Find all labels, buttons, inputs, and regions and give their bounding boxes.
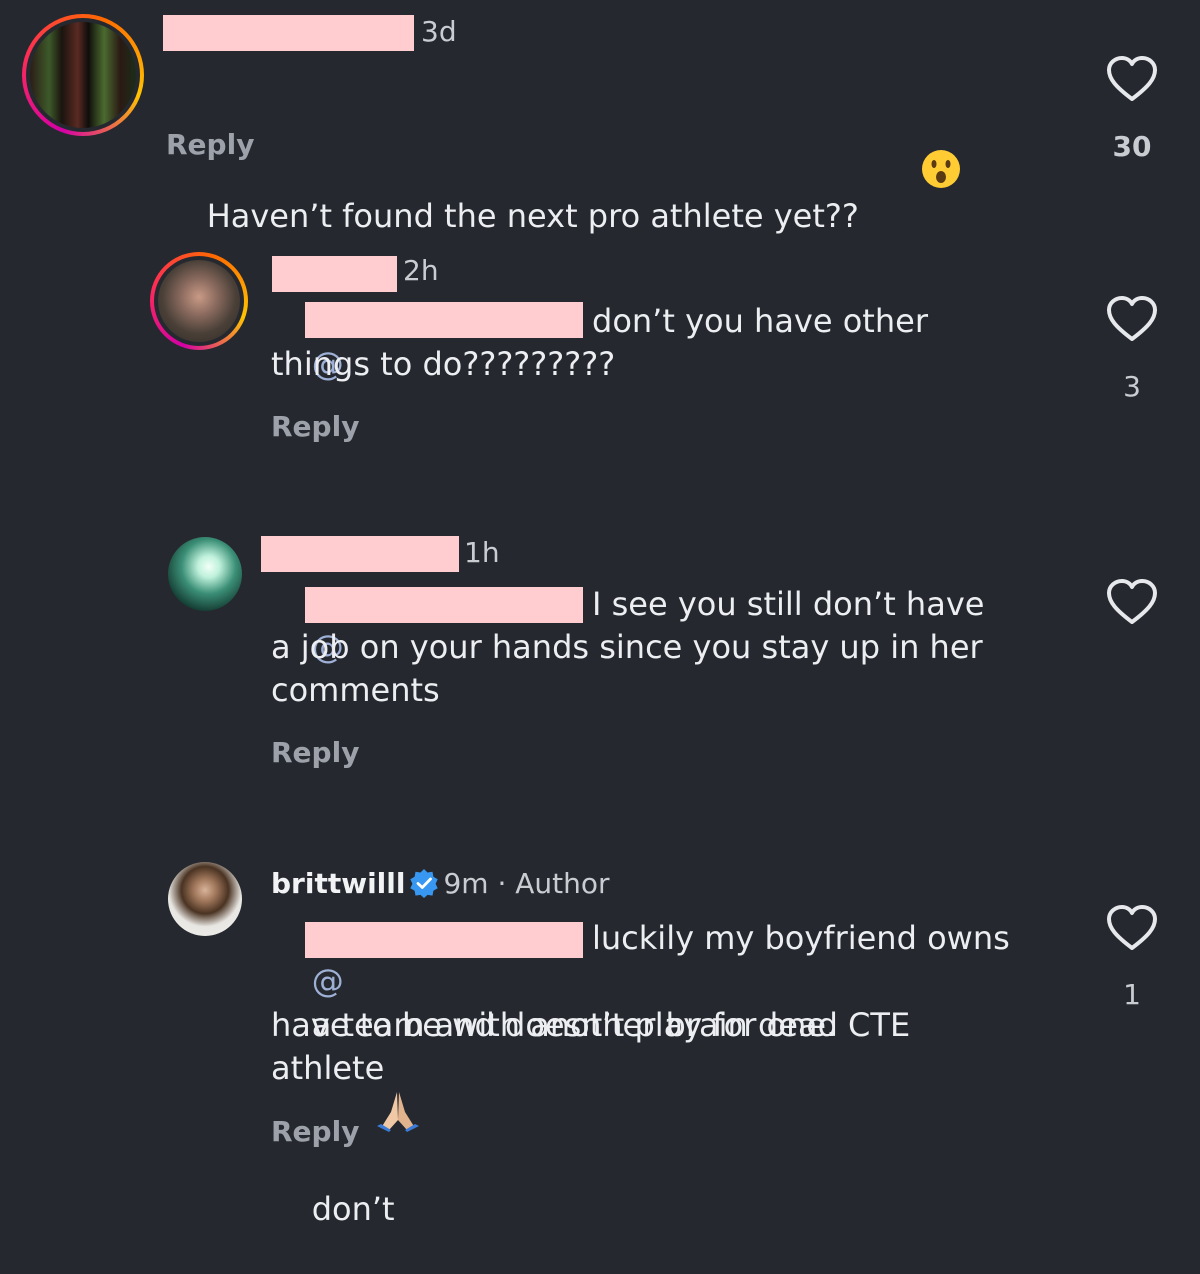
redacted-username [261, 536, 459, 572]
reply-button[interactable]: Reply [166, 128, 254, 161]
like-count: 3 [1123, 370, 1141, 403]
comment-text-line1: I see you still don’t have [592, 585, 985, 623]
comment-text-line3: comments [271, 671, 440, 709]
heart-outline-icon[interactable] [1106, 578, 1158, 626]
verified-badge-icon [410, 869, 439, 898]
comment-time: 2h [403, 254, 439, 287]
comment-text-line1: luckily my boyfriend owns [592, 919, 1010, 957]
username[interactable]: brittwilll [271, 867, 405, 900]
avatar[interactable] [168, 862, 242, 936]
redacted-mention [305, 922, 583, 958]
redacted-username [163, 15, 414, 51]
heart-outline-icon[interactable] [1106, 55, 1158, 103]
comment-time: 3d [421, 15, 457, 48]
comment-time: 1h [464, 536, 500, 569]
like-count: 1 [1123, 978, 1141, 1011]
reply-button[interactable]: Reply [271, 1115, 359, 1148]
avatar [158, 260, 240, 342]
avatar-story-ring[interactable] [150, 252, 248, 350]
avatar [30, 22, 136, 128]
avatar[interactable] [168, 537, 242, 611]
redacted-username [272, 256, 397, 292]
reply-button[interactable]: Reply [271, 736, 359, 769]
comment-text-line1: don’t you have other [592, 302, 928, 340]
comment-text-line3: have to be with another brain dead CTE [271, 1006, 911, 1044]
reply-button[interactable]: Reply [271, 410, 359, 443]
redacted-mention [305, 587, 583, 623]
comment-header: brittwilll 9m · Author [271, 867, 610, 900]
heart-outline-icon[interactable] [1106, 295, 1158, 343]
heart-outline-icon[interactable] [1106, 904, 1158, 952]
avatar-story-ring[interactable] [22, 14, 144, 136]
redacted-mention [305, 302, 583, 338]
comment-text: Haven’t found the next pro athlete yet?? [166, 62, 962, 287]
comment-text-line4: athlete [271, 1049, 385, 1087]
comment-text-line2: a job on your hands since you stay up in… [271, 628, 983, 666]
like-count: 30 [1112, 130, 1152, 163]
comment-text-line2: things to do????????? [271, 345, 616, 383]
comment-time: 9m · Author [443, 867, 610, 900]
astonished-face-emoji-icon [859, 105, 962, 244]
